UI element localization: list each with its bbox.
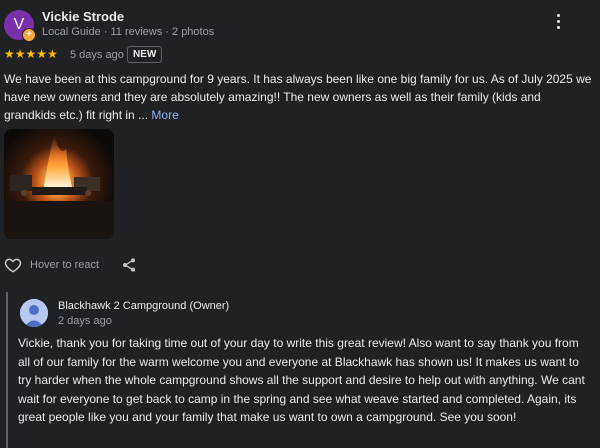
owner-name: Blackhawk 2 Campground (Owner) — [58, 300, 230, 312]
reviewer-meta: Local Guide · 11 reviews · 2 photos — [42, 26, 215, 38]
owner-reply-divider — [6, 292, 8, 448]
heart-outline-icon[interactable] — [4, 256, 22, 274]
review-text: We have been at this campground for 9 ye… — [4, 70, 594, 124]
owner-reply-date: 2 days ago — [58, 315, 112, 327]
more-options-icon[interactable] — [552, 14, 564, 34]
owner-reply-text: Vickie, thank you for taking time out of… — [18, 336, 585, 424]
star-rating: ★★★★★ — [4, 47, 58, 61]
hover-to-react-label: Hover to react — [30, 259, 100, 271]
more-link[interactable]: More — [151, 108, 178, 122]
review-body: We have been at this campground for 9 ye… — [4, 72, 592, 122]
review-photo[interactable] — [4, 129, 114, 239]
review-date: 5 days ago — [70, 49, 124, 61]
reviewer-name[interactable]: Vickie Strode — [42, 9, 124, 24]
new-badge: NEW — [127, 46, 163, 63]
review-card: V + Vickie Strode Local Guide · 11 revie… — [0, 0, 600, 448]
campfire-photo-icon — [4, 129, 114, 239]
local-guide-badge-icon: + — [22, 28, 36, 42]
owner-avatar-icon — [20, 299, 48, 327]
share-icon[interactable] — [121, 257, 137, 273]
